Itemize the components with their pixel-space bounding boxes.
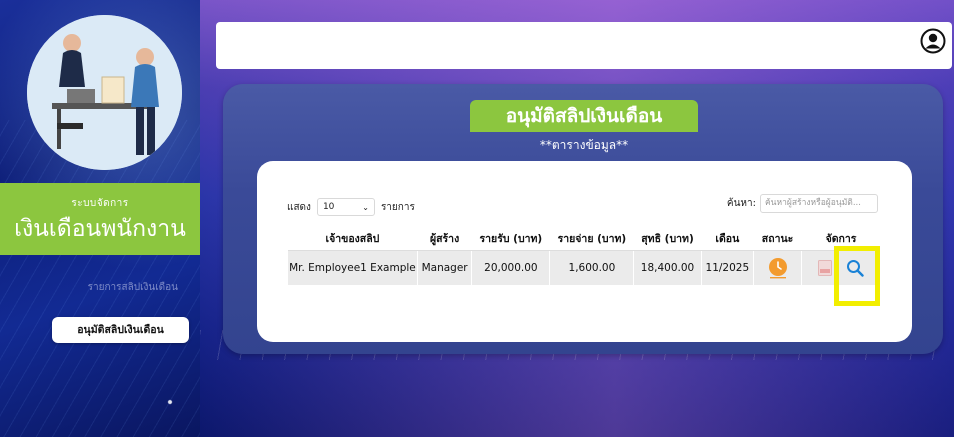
highlight-box	[834, 246, 880, 306]
cell-status	[753, 250, 802, 285]
col-month[interactable]: เดือน	[700, 226, 754, 251]
cell-creator: Manager	[416, 250, 472, 285]
cell-income: 20,000.00	[471, 250, 550, 285]
col-income[interactable]: รายรับ (บาท)	[471, 226, 550, 251]
chevron-down-icon: ⌄	[362, 202, 369, 212]
content-panel: อนุมัติสลิปเงินเดือน **ตารางข้อมูล** แสด…	[223, 84, 943, 354]
page-subtitle: **ตารางข้อมูล**	[539, 138, 629, 152]
cell-owner: Mr. Employee1 Example	[288, 250, 418, 285]
hero-illustration	[27, 15, 182, 170]
cell-net: 18,400.00	[633, 250, 702, 285]
pdf-icon[interactable]	[818, 260, 833, 276]
brand-subtitle: ระบบจัดการ	[71, 198, 129, 209]
col-owner[interactable]: เจ้าของสลิป	[288, 226, 418, 251]
page-size-control: แสดง 10 ⌄ รายการ	[287, 198, 415, 216]
col-creator[interactable]: ผู้สร้าง	[416, 226, 472, 251]
col-expense[interactable]: รายจ่าย (บาท)	[549, 226, 634, 251]
search-label: ค้นหา:	[726, 198, 756, 209]
clock-icon	[768, 258, 787, 279]
items-label: รายการ	[380, 201, 415, 213]
search-control: ค้นหา: ค้นหาผู้สร้างหรือผู้อนุมัติ...	[727, 194, 878, 213]
brand-title: เงินเดือนพนักงาน	[14, 216, 186, 242]
brand-block: ระบบจัดการ เงินเดือนพนักงาน	[0, 183, 200, 255]
menu-item-slip-list[interactable]: รายการสลิปเงินเดือน	[0, 280, 200, 295]
table-header-row: เจ้าของสลิป ผู้สร้าง รายรับ (บาท) รายจ่า…	[288, 226, 880, 251]
main-area: อนุมัติสลิปเงินเดือน **ตารางข้อมูล** แสด…	[200, 0, 954, 437]
top-bar	[216, 22, 952, 69]
search-input[interactable]: ค้นหาผู้สร้างหรือผู้อนุมัติ...	[760, 194, 878, 213]
page-size-value: 10	[322, 202, 335, 212]
sidebar: ระบบจัดการ เงินเดือนพนักงาน รายการสลิปเง…	[0, 0, 200, 437]
col-net[interactable]: สุทธิ (บาท)	[633, 226, 702, 251]
cell-month: 11/2025	[700, 250, 754, 285]
page-size-select[interactable]: 10 ⌄	[316, 198, 375, 216]
page-title: อนุมัติสลิปเงินเดือน	[470, 100, 698, 132]
table-row: Mr. Employee1 Example Manager 20,000.00 …	[288, 250, 880, 285]
show-label: แสดง	[287, 201, 311, 213]
table-card: แสดง 10 ⌄ รายการ ค้นหา: ค้นหาผู้สร้างหรื…	[257, 161, 912, 342]
col-status[interactable]: สถานะ	[753, 226, 802, 251]
menu-item-approve-slip[interactable]: อนุมัติสลิปเงินเดือน	[52, 317, 189, 343]
slip-table: เจ้าของสลิป ผู้สร้าง รายรับ (บาท) รายจ่า…	[288, 226, 880, 285]
cell-expense: 1,600.00	[549, 250, 634, 285]
user-account-icon[interactable]	[920, 28, 946, 54]
